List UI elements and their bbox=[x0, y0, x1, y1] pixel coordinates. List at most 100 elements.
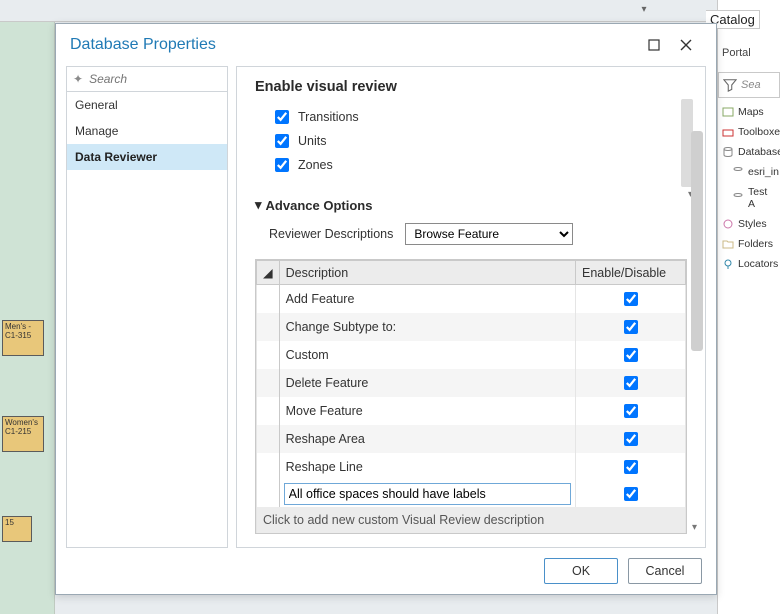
nav-list: General Manage Data Reviewer bbox=[67, 92, 227, 170]
app-ribbon-strip bbox=[0, 0, 780, 22]
nav-search[interactable]: ✦ ▾ bbox=[67, 67, 227, 92]
row-description: Move Feature bbox=[279, 397, 575, 425]
table-row[interactable]: Reshape Line bbox=[257, 453, 686, 481]
checkbox[interactable] bbox=[275, 110, 289, 124]
catalog-item[interactable]: Styles bbox=[718, 214, 780, 234]
dialog-titlebar: Database Properties bbox=[56, 24, 716, 66]
checkbox-label: Units bbox=[298, 134, 326, 148]
checkbox[interactable] bbox=[624, 348, 638, 362]
table-row[interactable]: Delete Feature bbox=[257, 369, 686, 397]
table-row[interactable]: Add Feature bbox=[257, 285, 686, 314]
catalog-item[interactable]: Toolboxes bbox=[718, 122, 780, 142]
catalog-item[interactable]: esri_in bbox=[718, 162, 780, 182]
catalog-item[interactable]: Maps bbox=[718, 102, 780, 122]
row-header bbox=[257, 453, 280, 481]
checkbox[interactable] bbox=[624, 292, 638, 306]
ok-button[interactable]: OK bbox=[544, 558, 618, 584]
database-icon bbox=[732, 166, 744, 178]
checkbox-label: Transitions bbox=[298, 110, 359, 124]
check-zones[interactable]: Zones bbox=[271, 153, 687, 177]
reviewer-descriptions-row: Reviewer Descriptions Browse Feature bbox=[269, 223, 687, 245]
close-button[interactable] bbox=[670, 30, 702, 60]
catalog-item[interactable]: Folders bbox=[718, 234, 780, 254]
catalog-search-placeholder: Sea bbox=[741, 79, 761, 91]
close-icon bbox=[680, 39, 692, 51]
nav-panel: ✦ ▾ General Manage Data Reviewer bbox=[66, 66, 228, 548]
row-description: Change Subtype to: bbox=[279, 313, 575, 341]
row-header bbox=[257, 425, 280, 453]
top-checkbox-block: Transitions Units Zones ▾ bbox=[271, 105, 687, 177]
catalog-item[interactable]: Databases bbox=[718, 142, 780, 162]
nav-item-general[interactable]: General bbox=[67, 92, 227, 118]
table-add-row[interactable]: Click to add new custom Visual Review de… bbox=[257, 507, 686, 533]
row-description: Add Feature bbox=[279, 285, 575, 314]
content-panel: Enable visual review Transitions Units Z… bbox=[236, 66, 706, 548]
catalog-item[interactable]: Test A bbox=[718, 182, 780, 214]
checkbox[interactable] bbox=[624, 376, 638, 390]
folder-icon bbox=[722, 238, 734, 250]
custom-description-input[interactable] bbox=[284, 483, 571, 505]
row-header bbox=[257, 397, 280, 425]
nav-item-data-reviewer[interactable]: Data Reviewer bbox=[67, 144, 227, 170]
map-room: Men's - C1-315 bbox=[2, 320, 44, 356]
chevron-down-icon: ▾ bbox=[255, 197, 262, 213]
col-enable[interactable]: Enable/Disable bbox=[576, 261, 686, 285]
checkbox-label: Zones bbox=[298, 158, 333, 172]
style-icon bbox=[722, 218, 734, 230]
checkbox[interactable] bbox=[624, 320, 638, 334]
table-row[interactable]: Custom bbox=[257, 341, 686, 369]
chevron-down-icon: ▾ bbox=[634, 4, 654, 16]
maximize-icon bbox=[648, 39, 660, 51]
table-edit-row[interactable] bbox=[257, 481, 686, 507]
table-row[interactable]: Change Subtype to: bbox=[257, 313, 686, 341]
database-properties-dialog: Database Properties ✦ ▾ General Manage D… bbox=[55, 23, 717, 595]
dialog-title: Database Properties bbox=[70, 36, 638, 54]
map-room: Women's C1-215 bbox=[2, 416, 44, 452]
row-header bbox=[257, 313, 280, 341]
reviewer-descriptions-label: Reviewer Descriptions bbox=[269, 227, 393, 241]
catalog-search[interactable]: Sea bbox=[718, 72, 780, 98]
check-units[interactable]: Units bbox=[271, 129, 687, 153]
descriptions-table: ◢ Description Enable/Disable Add Feature… bbox=[255, 259, 687, 534]
checkbox[interactable] bbox=[624, 432, 638, 446]
advance-options-label: Advance Options bbox=[266, 198, 373, 213]
add-row-hint: Click to add new custom Visual Review de… bbox=[257, 507, 686, 533]
checkbox[interactable] bbox=[624, 487, 638, 501]
row-header bbox=[257, 369, 280, 397]
nav-item-manage[interactable]: Manage bbox=[67, 118, 227, 144]
checkbox[interactable] bbox=[275, 134, 289, 148]
locator-icon bbox=[722, 258, 734, 270]
row-description: Reshape Area bbox=[279, 425, 575, 453]
section-heading: Enable visual review bbox=[255, 79, 687, 95]
check-transitions[interactable]: Transitions bbox=[271, 105, 687, 129]
database-icon bbox=[732, 192, 744, 204]
map-room: 15 bbox=[2, 516, 32, 542]
table-row[interactable]: Reshape Area bbox=[257, 425, 686, 453]
row-header bbox=[257, 285, 280, 314]
checkbox[interactable] bbox=[275, 158, 289, 172]
table-row[interactable]: Move Feature bbox=[257, 397, 686, 425]
checkbox[interactable] bbox=[624, 460, 638, 474]
background-map: Men's - C1-315 Women's C1-215 15 bbox=[0, 0, 55, 614]
portal-tab[interactable]: Portal bbox=[722, 47, 751, 59]
corner-header[interactable]: ◢ bbox=[257, 261, 280, 285]
checkbox[interactable] bbox=[624, 404, 638, 418]
nav-search-input[interactable] bbox=[87, 71, 248, 87]
row-header bbox=[257, 341, 280, 369]
row-description: Custom bbox=[279, 341, 575, 369]
map-icon bbox=[722, 106, 734, 118]
chevron-down-icon[interactable]: ▾ bbox=[692, 522, 697, 533]
filter-icon bbox=[723, 78, 737, 92]
catalog-item[interactable]: Locators bbox=[718, 254, 780, 274]
reviewer-descriptions-select[interactable]: Browse Feature bbox=[405, 223, 573, 245]
sparkle-icon: ✦ bbox=[73, 72, 83, 86]
advance-options-header[interactable]: ▾ Advance Options bbox=[255, 197, 687, 213]
col-description[interactable]: Description bbox=[279, 261, 575, 285]
dialog-footer: OK Cancel bbox=[56, 548, 716, 594]
catalog-list: Maps Toolboxes Databases esri_in Test A … bbox=[718, 102, 780, 274]
content-scrollbar[interactable]: ▾ bbox=[691, 131, 703, 527]
scroll-thumb[interactable] bbox=[691, 131, 703, 351]
maximize-button[interactable] bbox=[638, 30, 670, 60]
cancel-button[interactable]: Cancel bbox=[628, 558, 702, 584]
catalog-pane: Catalog Portal Sea Maps Toolboxes Databa… bbox=[717, 0, 780, 614]
